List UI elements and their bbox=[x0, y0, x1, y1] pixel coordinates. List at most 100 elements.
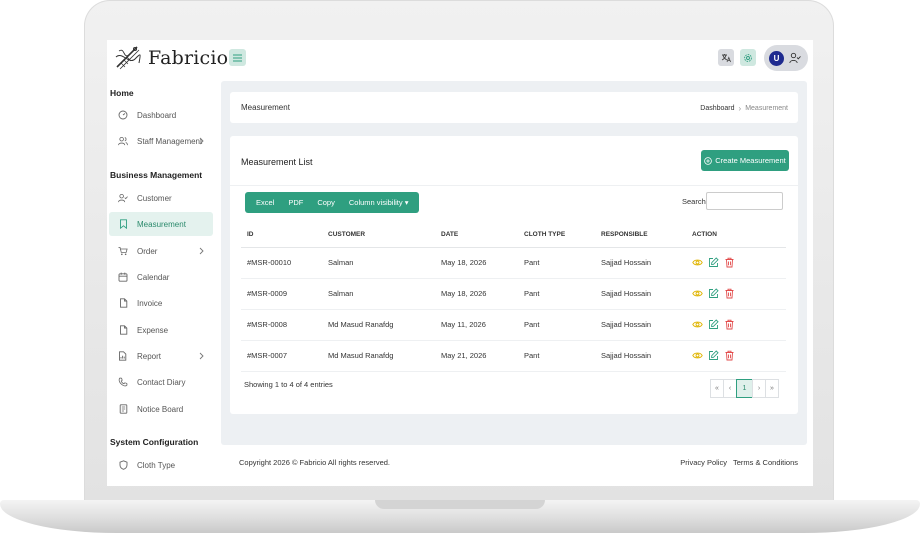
pagination: « ‹ 1 › » bbox=[710, 379, 779, 398]
column-header-responsible[interactable]: RESPONSIBLE bbox=[595, 222, 686, 248]
measurement-list-card: Measurement List Create Measurement Exce… bbox=[230, 136, 798, 414]
cell-id: #MSR-0007 bbox=[241, 340, 322, 372]
gear-icon bbox=[744, 53, 752, 62]
sidebar-item-report[interactable]: Report bbox=[109, 344, 213, 368]
create-measurement-button[interactable]: Create Measurement bbox=[701, 150, 789, 171]
sidebar-item-staff-management[interactable]: Staff Management bbox=[109, 129, 213, 153]
sidebar-section-home: Home bbox=[110, 88, 134, 98]
footer-copyright: Copyright 2026 © Fabricio All rights res… bbox=[239, 458, 391, 467]
pagination-next-button[interactable]: › bbox=[752, 379, 766, 398]
pagination-prev-button[interactable]: ‹ bbox=[723, 379, 737, 398]
users-icon bbox=[118, 136, 128, 146]
sidebar-item-calendar[interactable]: Calendar bbox=[109, 265, 213, 289]
sidebar-item-label: Staff Management bbox=[137, 136, 203, 146]
cell-cloth-type: Pant bbox=[518, 309, 595, 341]
user-check-icon bbox=[118, 193, 128, 203]
cell-responsible: Sajjad Hossain bbox=[595, 278, 686, 310]
view-eye-icon[interactable] bbox=[692, 350, 703, 361]
cell-responsible: Sajjad Hossain bbox=[595, 309, 686, 341]
dashboard-icon bbox=[118, 110, 128, 120]
create-measurement-label: Create Measurement bbox=[715, 156, 786, 165]
cell-date: May 18, 2026 bbox=[435, 247, 518, 279]
sidebar-item-invoice[interactable]: Invoice bbox=[109, 291, 213, 315]
cell-actions bbox=[686, 247, 786, 279]
language-button[interactable] bbox=[718, 49, 734, 66]
delete-trash-icon[interactable] bbox=[724, 319, 735, 330]
pagination-page-1[interactable]: 1 bbox=[736, 379, 753, 398]
board-icon bbox=[119, 404, 127, 414]
sidebar-item-measurement[interactable]: Measurement bbox=[109, 212, 213, 236]
sidebar-item-cloth-type[interactable]: Cloth Type bbox=[109, 453, 213, 477]
delete-trash-icon[interactable] bbox=[724, 350, 735, 361]
sidebar-item-order[interactable]: Order bbox=[109, 239, 213, 263]
sidebar-item-contact-diary[interactable]: Contact Diary bbox=[109, 370, 213, 394]
view-eye-icon[interactable] bbox=[692, 288, 703, 299]
content-area: Measurement Dashboard › Measurement Meas… bbox=[221, 81, 807, 445]
top-bar: Fabricio U bbox=[107, 40, 813, 78]
menu-icon bbox=[233, 54, 242, 61]
sidebar-toggle-button[interactable] bbox=[229, 49, 246, 66]
sidebar-item-label: Report bbox=[137, 351, 162, 361]
column-header-cloth-type[interactable]: CLOTH TYPE bbox=[518, 222, 595, 248]
export-copy-button[interactable]: Copy bbox=[310, 198, 342, 207]
cell-id: #MSR-0008 bbox=[241, 309, 322, 341]
pagination-first-button[interactable]: « bbox=[710, 379, 724, 398]
sidebar-item-notice-board[interactable]: Notice Board bbox=[109, 397, 213, 421]
edit-icon[interactable] bbox=[708, 350, 719, 361]
breadcrumb-current: Measurement bbox=[745, 105, 788, 112]
cell-date: May 18, 2026 bbox=[435, 278, 518, 310]
cell-actions bbox=[686, 278, 786, 310]
chevron-right-icon bbox=[199, 137, 204, 145]
breadcrumb-separator: › bbox=[738, 104, 742, 113]
cell-cloth-type: Pant bbox=[518, 247, 595, 279]
export-button-group: Excel PDF Copy Column visibility ▾ bbox=[245, 192, 420, 213]
cell-cloth-type: Pant bbox=[518, 278, 595, 310]
view-eye-icon[interactable] bbox=[692, 319, 703, 330]
footer-links: Privacy Policy Terms & Conditions bbox=[680, 458, 798, 467]
brand-name: Fabricio bbox=[148, 47, 229, 69]
pagination-last-button[interactable]: » bbox=[765, 379, 779, 398]
sidebar-item-label: Expense bbox=[137, 325, 169, 335]
edit-icon[interactable] bbox=[708, 257, 719, 268]
privacy-policy-link[interactable]: Privacy Policy bbox=[680, 458, 727, 467]
column-visibility-button[interactable]: Column visibility ▾ bbox=[342, 198, 416, 207]
file-icon bbox=[119, 325, 127, 335]
column-header-id[interactable]: ID bbox=[241, 222, 322, 248]
app-screen: Fabricio U Home Dashboard Staff Manageme… bbox=[107, 40, 813, 486]
cell-actions bbox=[686, 340, 786, 372]
cell-id: #MSR-00010 bbox=[241, 247, 322, 279]
export-excel-button[interactable]: Excel bbox=[249, 198, 281, 207]
search-input[interactable] bbox=[706, 192, 783, 210]
cart-icon bbox=[118, 246, 128, 256]
delete-trash-icon[interactable] bbox=[724, 288, 735, 299]
sidebar-item-expense[interactable]: Expense bbox=[109, 318, 213, 342]
user-check-icon bbox=[789, 52, 801, 64]
settings-button[interactable] bbox=[740, 49, 756, 66]
breadcrumb-home-link[interactable]: Dashboard bbox=[700, 105, 734, 112]
sidebar-item-label: Customer bbox=[137, 193, 172, 203]
shield-icon bbox=[119, 460, 127, 470]
edit-icon[interactable] bbox=[708, 319, 719, 330]
user-menu[interactable]: U bbox=[764, 45, 808, 71]
page-header-card: Measurement Dashboard › Measurement bbox=[230, 92, 798, 123]
brand-logo[interactable]: Fabricio bbox=[113, 43, 228, 73]
table-row: #MSR-0008 Md Masud Ranafdg May 11, 2026 … bbox=[241, 309, 786, 341]
translate-icon bbox=[721, 53, 731, 62]
sidebar-item-label: Cloth Type bbox=[137, 460, 176, 470]
needle-thread-logo-icon bbox=[115, 46, 141, 70]
export-pdf-button[interactable]: PDF bbox=[281, 198, 310, 207]
edit-icon[interactable] bbox=[708, 288, 719, 299]
delete-trash-icon[interactable] bbox=[724, 257, 735, 268]
view-eye-icon[interactable] bbox=[692, 257, 703, 268]
column-header-customer[interactable]: CUSTOMER bbox=[322, 222, 435, 248]
sidebar-item-dashboard[interactable]: Dashboard bbox=[109, 103, 213, 127]
bookmark-icon bbox=[119, 219, 127, 229]
column-header-date[interactable]: DATE bbox=[435, 222, 518, 248]
sidebar-item-label: Order bbox=[137, 246, 158, 256]
cell-customer: Md Masud Ranafdg bbox=[322, 309, 435, 341]
terms-conditions-link[interactable]: Terms & Conditions bbox=[733, 458, 798, 467]
cell-customer: Md Masud Ranafdg bbox=[322, 340, 435, 372]
sidebar-item-customer[interactable]: Customer bbox=[109, 186, 213, 210]
chevron-right-icon bbox=[199, 247, 204, 255]
sidebar-item-label: Calendar bbox=[137, 272, 170, 282]
